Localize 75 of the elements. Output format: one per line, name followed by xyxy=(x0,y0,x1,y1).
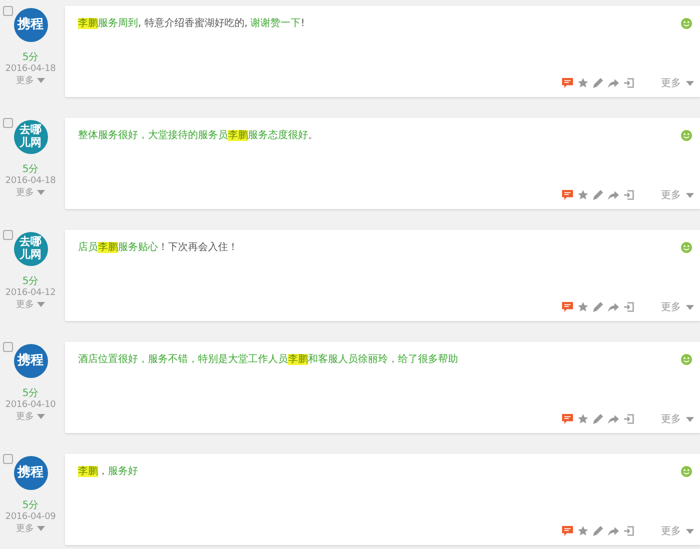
more-link[interactable]: 更多 xyxy=(16,298,45,311)
review-text: 李鹏服务周到, 特意介绍香蜜湖好吃的, 谢谢赞一下! xyxy=(77,16,306,31)
caret-icon xyxy=(37,78,45,83)
pencil-icon[interactable] xyxy=(593,302,603,312)
review-text: 李鹏，服务好 xyxy=(77,464,139,479)
smiley-icon xyxy=(681,354,692,365)
pencil-icon[interactable] xyxy=(593,526,603,536)
checkbox[interactable] xyxy=(3,6,13,16)
source-avatar: 携程 xyxy=(14,456,48,490)
smiley-icon xyxy=(681,18,692,29)
comment-icon[interactable] xyxy=(562,190,573,200)
export-icon[interactable] xyxy=(624,414,634,424)
caret-icon xyxy=(37,414,45,419)
caret-icon xyxy=(37,302,45,307)
share-arrow-icon[interactable] xyxy=(608,526,619,536)
more-menu[interactable]: 更多 xyxy=(661,76,694,90)
review-date: 2016-04-12 xyxy=(5,288,56,298)
more-link[interactable]: 更多 xyxy=(16,186,45,199)
share-arrow-icon[interactable] xyxy=(608,414,619,424)
export-icon[interactable] xyxy=(624,190,634,200)
source-avatar: 去哪儿网 xyxy=(14,120,48,154)
review-date: 2016-04-09 xyxy=(5,512,56,522)
export-icon[interactable] xyxy=(624,526,634,536)
caret-icon xyxy=(686,304,694,310)
caret-icon xyxy=(37,190,45,195)
more-menu[interactable]: 更多 xyxy=(661,300,694,314)
comment-icon[interactable] xyxy=(562,526,573,536)
source-avatar: 携程 xyxy=(14,8,48,42)
export-icon[interactable] xyxy=(624,78,634,88)
share-arrow-icon[interactable] xyxy=(608,190,619,200)
more-link[interactable]: 更多 xyxy=(16,74,45,87)
star-icon[interactable] xyxy=(578,190,588,200)
review-date: 2016-04-18 xyxy=(5,64,56,74)
more-link[interactable]: 更多 xyxy=(16,410,45,423)
caret-icon xyxy=(686,192,694,198)
score: 5分 xyxy=(22,387,39,400)
review-date: 2016-04-18 xyxy=(5,176,56,186)
source-avatar: 去哪儿网 xyxy=(14,232,48,266)
smiley-icon xyxy=(681,130,692,141)
share-arrow-icon[interactable] xyxy=(608,78,619,88)
review-date: 2016-04-10 xyxy=(5,400,56,410)
more-menu[interactable]: 更多 xyxy=(661,412,694,426)
more-menu[interactable]: 更多 xyxy=(661,524,694,538)
score: 5分 xyxy=(22,499,39,512)
caret-icon xyxy=(686,528,694,534)
comment-icon[interactable] xyxy=(562,78,573,88)
export-icon[interactable] xyxy=(624,302,634,312)
pencil-icon[interactable] xyxy=(593,190,603,200)
smiley-icon xyxy=(681,466,692,477)
share-arrow-icon[interactable] xyxy=(608,302,619,312)
star-icon[interactable] xyxy=(578,414,588,424)
star-icon[interactable] xyxy=(578,302,588,312)
checkbox[interactable] xyxy=(3,118,13,128)
source-avatar: 携程 xyxy=(14,344,48,378)
review-text: 酒店位置很好，服务不错，特别是大堂工作人员李鹏和客服人员徐丽玲，给了很多帮助 xyxy=(77,352,459,367)
more-menu[interactable]: 更多 xyxy=(661,188,694,202)
comment-icon[interactable] xyxy=(562,302,573,312)
star-icon[interactable] xyxy=(578,78,588,88)
comment-icon[interactable] xyxy=(562,414,573,424)
checkbox[interactable] xyxy=(3,454,13,464)
score: 5分 xyxy=(22,51,39,64)
smiley-icon xyxy=(681,242,692,253)
caret-icon xyxy=(686,416,694,422)
pencil-icon[interactable] xyxy=(593,414,603,424)
review-text: 整体服务很好，大堂接待的服务员李鹏服务态度很好。 xyxy=(77,128,319,143)
checkbox[interactable] xyxy=(3,230,13,240)
checkbox[interactable] xyxy=(3,342,13,352)
pencil-icon[interactable] xyxy=(593,78,603,88)
more-link[interactable]: 更多 xyxy=(16,522,45,535)
caret-icon xyxy=(686,80,694,86)
caret-icon xyxy=(37,526,45,531)
star-icon[interactable] xyxy=(578,526,588,536)
review-text: 店员李鹏服务贴心！下次再会入住！ xyxy=(77,240,239,255)
score: 5分 xyxy=(22,163,39,176)
score: 5分 xyxy=(22,275,39,288)
